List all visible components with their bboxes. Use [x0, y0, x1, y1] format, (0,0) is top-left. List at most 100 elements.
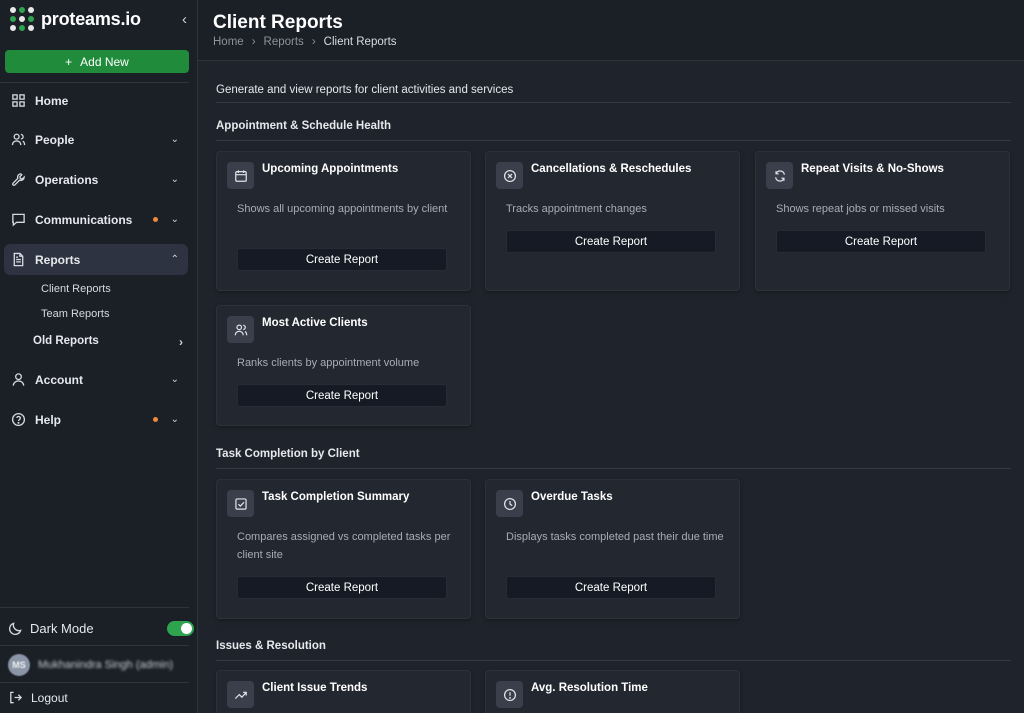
create-report-button[interactable]: Create Report: [506, 576, 716, 599]
chevron-down-icon: ⌄: [171, 374, 179, 385]
sidebar-item-communications[interactable]: Communications ⌄: [4, 204, 188, 235]
card-title: Most Active Clients: [262, 317, 368, 329]
card-description: Displays tasks completed past their due …: [506, 528, 728, 546]
x-circle-icon: [496, 162, 523, 189]
breadcrumb: Home › Reports › Client Reports: [213, 36, 397, 48]
divider: [0, 82, 189, 83]
trending-up-icon: [227, 681, 254, 708]
report-card-client-issue-trends: Client Issue Trends: [216, 670, 471, 713]
sidebar-item-operations[interactable]: Operations ⌄: [4, 164, 188, 195]
create-report-button[interactable]: Create Report: [237, 384, 447, 407]
report-card-overdue-tasks: Overdue Tasks Displays tasks completed p…: [485, 479, 740, 619]
sidebar-item-people[interactable]: People ⌄: [4, 124, 188, 155]
card-title: Overdue Tasks: [531, 491, 613, 503]
sidebar-item-reports[interactable]: Reports ⌃: [4, 244, 188, 275]
logout-button[interactable]: Logout: [8, 690, 68, 705]
alert-circle-icon: [496, 681, 523, 708]
card-title: Repeat Visits & No-Shows: [801, 163, 944, 175]
logout-label: Logout: [31, 691, 68, 705]
brand-name: proteams.io: [41, 9, 141, 30]
card-title: Avg. Resolution Time: [531, 682, 648, 694]
header: Client Reports Home › Reports › Client R…: [198, 0, 1024, 61]
sidebar-item-home[interactable]: Home: [4, 85, 188, 116]
sidebar-item-label: Communications: [35, 213, 132, 227]
avatar: MS: [8, 654, 30, 676]
divider: [0, 607, 189, 608]
breadcrumb-reports[interactable]: Reports: [264, 36, 304, 48]
divider: [216, 660, 1011, 661]
user-icon: [10, 372, 26, 388]
sidebar-item-label: Account: [35, 373, 83, 387]
create-report-button[interactable]: Create Report: [237, 576, 447, 599]
divider: [216, 102, 1011, 103]
card-description: Shows repeat jobs or missed visits: [776, 200, 998, 218]
old-reports-label: Old Reports: [33, 335, 99, 347]
sidebar-item-account[interactable]: Account ⌄: [4, 364, 188, 395]
chevron-right-icon: ›: [252, 36, 256, 48]
page-title: Client Reports: [213, 12, 343, 34]
report-card-most-active-clients: Most Active Clients Ranks clients by app…: [216, 305, 471, 426]
sidebar-item-help[interactable]: Help ⌄: [4, 404, 188, 435]
main-content: Generate and view reports for client act…: [198, 62, 1024, 713]
chat-icon: [10, 212, 26, 228]
report-card-avg-resolution-time: Avg. Resolution Time: [485, 670, 740, 713]
plus-icon: +: [65, 55, 72, 69]
create-report-button[interactable]: Create Report: [237, 248, 447, 271]
card-title: Client Issue Trends: [262, 682, 367, 694]
sidebar-item-label: Help: [35, 413, 61, 427]
calendar-icon: [227, 162, 254, 189]
moon-icon: [8, 621, 24, 636]
logout-icon: [8, 690, 24, 705]
report-card-upcoming-appointments: Upcoming Appointments Shows all upcoming…: [216, 151, 471, 291]
divider: [0, 645, 189, 646]
card-title: Cancellations & Reschedules: [531, 163, 691, 175]
chevron-up-icon: ⌃: [171, 254, 179, 265]
users-icon: [227, 316, 254, 343]
report-card-cancellations: Cancellations & Reschedules Tracks appoi…: [485, 151, 740, 291]
check-square-icon: [227, 490, 254, 517]
chevron-down-icon: ⌄: [171, 214, 179, 225]
users-icon: [10, 132, 26, 148]
dark-mode-label: Dark Mode: [30, 621, 94, 636]
card-description: Shows all upcoming appointments by clien…: [237, 200, 459, 218]
card-description: Compares assigned vs completed tasks per…: [237, 528, 459, 564]
logo-icon: [10, 7, 34, 31]
page-description: Generate and view reports for client act…: [216, 84, 513, 96]
chevron-down-icon: ⌄: [171, 414, 179, 425]
user-profile[interactable]: MS Mukhanindra Singh (admin): [8, 653, 194, 677]
sidebar-subitem-client-reports[interactable]: Client Reports: [41, 283, 111, 295]
dark-mode-row: Dark Mode: [8, 617, 194, 639]
add-new-button[interactable]: + Add New: [5, 50, 189, 73]
logo-row: proteams.io ‹: [10, 6, 187, 32]
create-report-button[interactable]: Create Report: [506, 230, 716, 253]
sidebar-item-label: People: [35, 133, 74, 147]
sidebar-item-label: Reports: [35, 253, 80, 267]
sidebar: proteams.io ‹ + Add New Home People ⌄ Op…: [0, 0, 198, 713]
card-title: Task Completion Summary: [262, 491, 409, 503]
breadcrumb-current: Client Reports: [324, 36, 397, 48]
chevron-left-icon[interactable]: ‹: [182, 11, 187, 28]
dark-mode-toggle[interactable]: [167, 621, 194, 636]
divider: [216, 140, 1011, 141]
notification-dot: [153, 217, 158, 222]
chevron-right-icon: ›: [179, 335, 183, 349]
grid-icon: [10, 93, 26, 109]
card-title: Upcoming Appointments: [262, 163, 398, 175]
refresh-icon: [766, 162, 793, 189]
sidebar-subitem-team-reports[interactable]: Team Reports: [41, 308, 109, 320]
file-text-icon: [10, 252, 26, 268]
sidebar-item-label: Home: [35, 94, 68, 108]
divider: [216, 468, 1011, 469]
notification-dot: [153, 417, 158, 422]
user-name: Mukhanindra Singh (admin): [38, 659, 173, 671]
create-report-button[interactable]: Create Report: [776, 230, 986, 253]
add-new-label: Add New: [80, 55, 129, 69]
sidebar-item-old-reports[interactable]: Old Reports ›: [33, 335, 188, 347]
wrench-icon: [10, 172, 26, 188]
breadcrumb-home[interactable]: Home: [213, 36, 244, 48]
chevron-right-icon: ›: [312, 36, 316, 48]
divider: [0, 682, 189, 683]
help-circle-icon: [10, 412, 26, 428]
chevron-down-icon: ⌄: [171, 134, 179, 145]
section-title: Appointment & Schedule Health: [216, 120, 391, 132]
